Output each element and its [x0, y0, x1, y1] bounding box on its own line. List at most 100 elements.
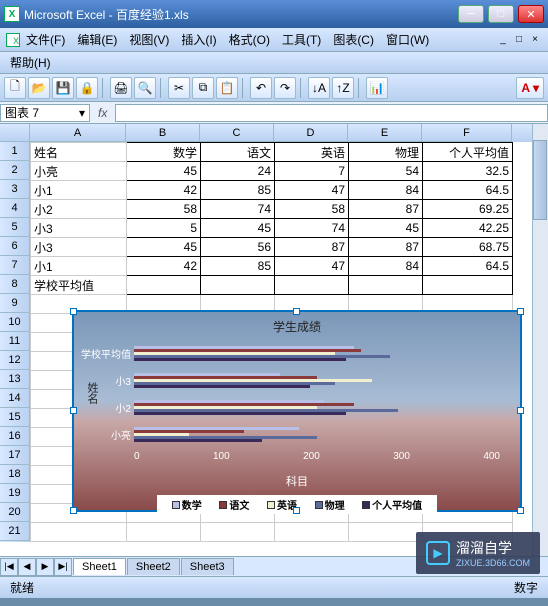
menu-tools[interactable]: 工具(T)	[276, 29, 327, 50]
menu-chart[interactable]: 图表(C)	[327, 29, 380, 50]
tab-next-icon[interactable]: ▶	[36, 558, 54, 576]
sheet-tab-2[interactable]: Sheet2	[127, 558, 180, 575]
cell[interactable]	[275, 276, 349, 295]
select-all-corner[interactable]	[0, 124, 30, 142]
row-header[interactable]: 19	[0, 484, 30, 503]
cell[interactable]: 56	[201, 238, 275, 257]
cell[interactable]	[349, 276, 423, 295]
row-header[interactable]: 1	[0, 142, 30, 161]
row-header[interactable]: 5	[0, 218, 30, 237]
cell[interactable]: 32.5	[423, 162, 513, 181]
fx-label[interactable]: fx	[90, 106, 115, 120]
sheet-tab-1[interactable]: Sheet1	[73, 558, 126, 575]
col-header-D[interactable]: D	[274, 124, 348, 142]
cell[interactable]: 85	[201, 257, 275, 276]
tab-prev-icon[interactable]: ◀	[18, 558, 36, 576]
formula-input[interactable]	[115, 104, 548, 122]
sort-desc-icon[interactable]: ↑Z	[332, 77, 354, 99]
doc-minimize-button[interactable]: _	[496, 33, 510, 47]
menu-view[interactable]: 视图(V)	[123, 29, 175, 50]
cell[interactable]: 69.25	[423, 200, 513, 219]
cell[interactable]	[127, 523, 201, 542]
row-header[interactable]: 12	[0, 351, 30, 370]
minimize-button[interactable]: ─	[458, 5, 484, 23]
close-button[interactable]: ✕	[518, 5, 544, 23]
menu-window[interactable]: 窗口(W)	[380, 29, 435, 50]
cell[interactable]	[31, 523, 127, 542]
tab-last-icon[interactable]: ▶|	[54, 558, 72, 576]
cell[interactable]: 74	[201, 200, 275, 219]
doc-restore-button[interactable]: □	[512, 33, 526, 47]
row-header[interactable]: 14	[0, 389, 30, 408]
col-header-C[interactable]: C	[200, 124, 274, 142]
cut-icon[interactable]: ✂	[168, 77, 190, 99]
cell[interactable]: 74	[275, 219, 349, 238]
row-header[interactable]: 16	[0, 427, 30, 446]
new-icon[interactable]: 🗋	[4, 77, 26, 99]
cell[interactable]: 小2	[31, 200, 127, 219]
cell[interactable]	[201, 276, 275, 295]
cell[interactable]: 45	[127, 162, 201, 181]
row-header[interactable]: 20	[0, 503, 30, 522]
cell[interactable]: 小3	[31, 238, 127, 257]
cell[interactable]: 64.5	[423, 181, 513, 200]
row-header[interactable]: 2	[0, 161, 30, 180]
row-header[interactable]: 7	[0, 256, 30, 275]
row-header[interactable]: 4	[0, 199, 30, 218]
cell[interactable]: 42.25	[423, 219, 513, 238]
row-header[interactable]: 18	[0, 465, 30, 484]
row-header[interactable]: 8	[0, 275, 30, 294]
cell[interactable]: 47	[275, 181, 349, 200]
cell[interactable]: 42	[127, 257, 201, 276]
name-box[interactable]: 图表 7 ▾	[0, 104, 90, 122]
paste-icon[interactable]: 📋	[216, 77, 238, 99]
preview-icon[interactable]: 🔍	[134, 77, 156, 99]
cell[interactable]: 物理	[349, 143, 423, 162]
menu-format[interactable]: 格式(O)	[223, 29, 276, 50]
chart-icon[interactable]: 📊	[366, 77, 388, 99]
cell[interactable]: 64.5	[423, 257, 513, 276]
cell[interactable]: 数学	[127, 143, 201, 162]
menu-edit[interactable]: 编辑(E)	[71, 29, 123, 50]
chart-title[interactable]: 学生成绩	[74, 312, 520, 341]
col-header-A[interactable]: A	[30, 124, 126, 142]
save-icon[interactable]: 💾	[52, 77, 74, 99]
row-header[interactable]: 10	[0, 313, 30, 332]
cell[interactable]: 85	[201, 181, 275, 200]
cell[interactable]: 84	[349, 181, 423, 200]
sheet-tab-3[interactable]: Sheet3	[181, 558, 234, 575]
cell[interactable]	[275, 523, 349, 542]
sort-asc-icon[interactable]: ↓A	[308, 77, 330, 99]
row-header[interactable]: 21	[0, 522, 30, 541]
col-header-E[interactable]: E	[348, 124, 422, 142]
name-box-dropdown-icon[interactable]: ▾	[79, 106, 85, 120]
menu-insert[interactable]: 插入(I)	[175, 29, 222, 50]
row-header[interactable]: 3	[0, 180, 30, 199]
chart-plot-area[interactable]: 学校平均值 小3 小2	[134, 341, 500, 451]
cell[interactable]: 47	[275, 257, 349, 276]
col-header-B[interactable]: B	[126, 124, 200, 142]
cell[interactable]: 小1	[31, 257, 127, 276]
cell[interactable]	[423, 276, 513, 295]
row-header[interactable]: 13	[0, 370, 30, 389]
doc-close-button[interactable]: ×	[528, 33, 542, 47]
cell[interactable]: 姓名	[31, 143, 127, 162]
cell[interactable]: 58	[127, 200, 201, 219]
cell[interactable]: 68.75	[423, 238, 513, 257]
cell[interactable]: 24	[201, 162, 275, 181]
cell[interactable]: 小1	[31, 181, 127, 200]
cell[interactable]: 5	[127, 219, 201, 238]
font-color-button[interactable]: A ▾	[516, 77, 544, 99]
row-header[interactable]: 11	[0, 332, 30, 351]
cell[interactable]	[201, 523, 275, 542]
vertical-scrollbar[interactable]	[532, 124, 548, 556]
cell[interactable]: 小亮	[31, 162, 127, 181]
cell[interactable]: 58	[275, 200, 349, 219]
menu-help[interactable]: 帮助(H)	[10, 54, 51, 71]
scrollbar-thumb[interactable]	[533, 140, 547, 220]
menu-file[interactable]: 文件(F)	[20, 29, 71, 50]
cell[interactable]: 87	[275, 238, 349, 257]
chart-object[interactable]: 学生成绩 姓名 学校平均值 小3	[72, 310, 522, 512]
row-header[interactable]: 9	[0, 294, 30, 313]
col-header-F[interactable]: F	[422, 124, 512, 142]
